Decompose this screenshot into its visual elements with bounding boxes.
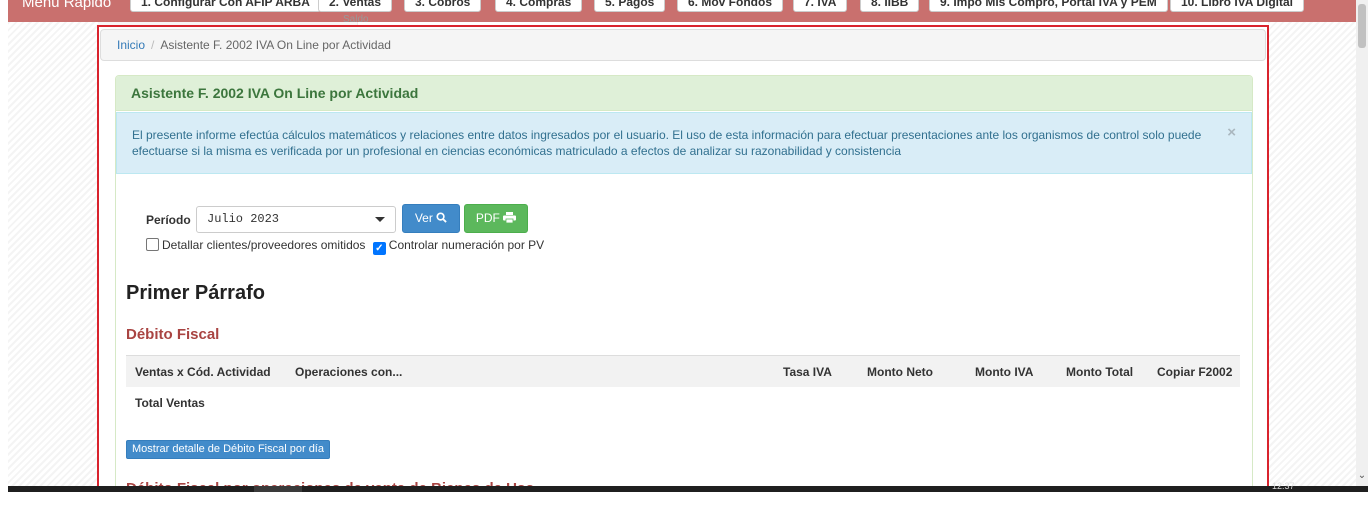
quick-button-compras[interactable]: 4. Compras: [495, 0, 583, 12]
pdf-button[interactable]: PDF: [464, 204, 528, 233]
quick-button-importar[interactable]: 9. Impo Mis Compro, Portal IVA y PEM: [929, 0, 1168, 12]
print-icon: [503, 212, 517, 224]
pdf-button-label: PDF: [475, 211, 500, 225]
ver-button[interactable]: Ver: [402, 204, 460, 233]
quick-menu-bar: Menú Rápido 1. Configurar Con AFIP ARBA …: [8, 0, 1356, 22]
taskbar: 12:37: [8, 481, 1368, 492]
primer-parrafo-heading: Primer Párrafo: [126, 282, 265, 304]
mostrar-detalle-button[interactable]: Mostrar detalle de Débito Fiscal por día: [126, 440, 330, 459]
chevron-down-icon: [375, 217, 385, 222]
quick-button-cobros[interactable]: 3. Cobros: [404, 0, 482, 12]
debito-fiscal-table: Ventas x Cód. Actividad Operaciones con.…: [126, 355, 1240, 417]
column-header-monto-neto: Monto Neto: [867, 365, 933, 379]
quick-button-mov-fondos[interactable]: 6. Mov Fondos: [677, 0, 783, 12]
dropdown-remnant-text: Saldo: [343, 14, 369, 25]
scroll-down-arrow-icon[interactable]: ⌄: [1356, 470, 1368, 482]
breadcrumb-separator: /: [151, 38, 155, 52]
options-row: Detallar clientes/proveedores omitidos ✓…: [146, 238, 545, 255]
column-header-copiar-f2002: Copiar F2002: [1157, 365, 1233, 379]
detallar-checkbox[interactable]: [146, 238, 159, 251]
debito-fiscal-heading: Débito Fiscal: [126, 326, 220, 343]
column-header-ventas-actividad: Ventas x Cód. Actividad: [135, 365, 271, 379]
background-pattern-right: [1268, 22, 1356, 486]
asistente-panel: Asistente F. 2002 IVA On Line por Activi…: [115, 75, 1253, 490]
quick-button-configurar[interactable]: 1. Configurar Con AFIP ARBA: [130, 0, 321, 12]
quick-button-iva[interactable]: 7. IVA: [793, 0, 848, 12]
periodo-selected-value: Julio 2023: [207, 212, 280, 226]
column-header-monto-total: Monto Total: [1066, 365, 1134, 379]
close-icon[interactable]: ×: [1227, 125, 1236, 141]
controlar-label: Controlar numeración por PV: [388, 238, 545, 252]
content-frame: Inicio / Asistente F. 2002 IVA On Line por…: [97, 25, 1269, 492]
total-ventas-label: Total Ventas: [135, 396, 205, 410]
panel-title: Asistente F. 2002 IVA On Line por Activi…: [116, 76, 1252, 111]
breadcrumb-current: Asistente F. 2002 IVA On Line por Activi…: [160, 38, 391, 52]
search-icon: [436, 212, 447, 223]
periodo-label: Período: [146, 213, 191, 227]
table-header: Ventas x Cód. Actividad Operaciones con.…: [126, 355, 1240, 387]
periodo-select[interactable]: Julio 2023: [196, 206, 396, 233]
quick-menu-label: Menú Rápido: [22, 0, 112, 11]
quick-button-libro-iva[interactable]: 10. Libro IVA Digital: [1170, 0, 1305, 12]
column-header-monto-iva: Monto IVA: [975, 365, 1034, 379]
column-header-tasa-iva: Tasa IVA: [783, 365, 832, 379]
controlar-checkbox[interactable]: ✓: [372, 242, 386, 255]
background-pattern-left: [8, 22, 98, 486]
table-row: Total Ventas: [126, 387, 1240, 417]
ver-button-label: Ver: [414, 211, 433, 225]
breadcrumb: Inicio / Asistente F. 2002 IVA On Line por…: [100, 29, 1266, 61]
taskbar-item[interactable]: [254, 486, 302, 492]
page-scrollbar[interactable]: ⌄: [1356, 0, 1368, 486]
column-header-operaciones: Operaciones con...: [295, 365, 403, 379]
quick-button-iibb[interactable]: 8. IIBB: [860, 0, 920, 12]
quick-button-ventas[interactable]: 2. Ventas: [318, 0, 393, 12]
disclaimer-alert: El presente informe efectúa cálculos mat…: [116, 112, 1252, 174]
detallar-label: Detallar clientes/proveedores omitidos: [162, 238, 366, 252]
quick-button-pagos[interactable]: 5. Pagos: [594, 0, 666, 12]
scrollbar-thumb[interactable]: [1358, 4, 1366, 48]
taskbar-clock: 12:37: [1272, 481, 1295, 491]
breadcrumb-home-link[interactable]: Inicio: [117, 38, 145, 52]
disclaimer-text: El presente informe efectúa cálculos mat…: [132, 128, 1202, 158]
